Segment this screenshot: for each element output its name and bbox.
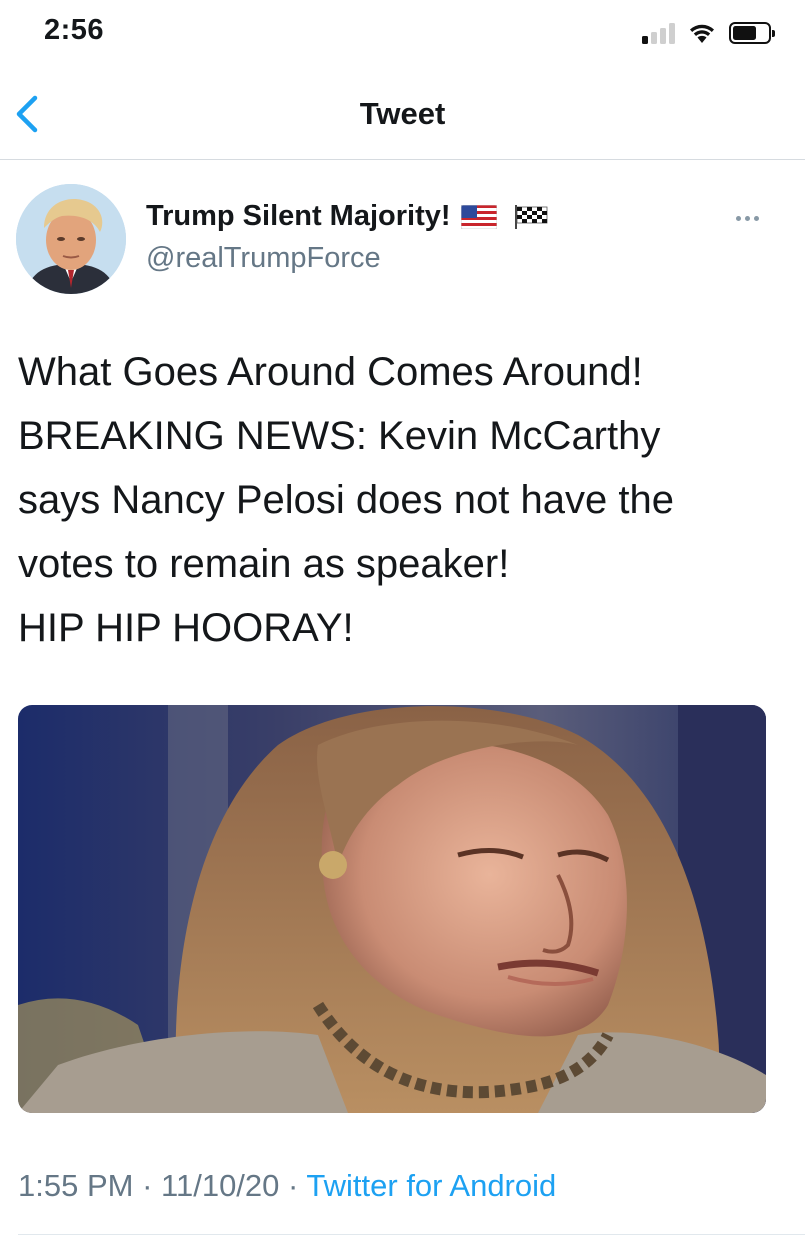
tweet-text-line: What Goes Around Comes Around! <box>18 350 643 394</box>
avatar-image <box>16 184 126 294</box>
battery-icon <box>729 22 775 44</box>
tweet-media-image[interactable] <box>18 705 766 1113</box>
tweet-text: What Goes Around Comes Around! BREAKING … <box>18 340 788 660</box>
more-horizontal-icon <box>736 216 741 221</box>
avatar[interactable] <box>16 184 126 294</box>
tweet-text-line: BREAKING NEWS: Kevin McCarthy <box>18 414 661 458</box>
more-options-button[interactable] <box>736 210 759 227</box>
status-bar: 2:56 <box>0 0 805 66</box>
photo <box>18 705 766 1113</box>
author-name-line: Trump Silent Majority! <box>146 200 549 233</box>
checkered-flag-icon <box>514 204 547 229</box>
signal-icon <box>642 22 675 44</box>
nav-header: Tweet <box>0 66 805 160</box>
battery-level <box>733 26 756 40</box>
tweet-author: Trump Silent Majority! @realTrumpForce <box>0 180 805 300</box>
divider <box>18 1234 805 1235</box>
us-flag-icon <box>460 204 497 229</box>
tweet-meta: 1:55 PM · 11/10/20 · Twitter for Android <box>18 1168 556 1204</box>
tweet-text-line: HIP HIP HOORAY! <box>18 606 354 650</box>
author-handle[interactable]: @realTrumpForce <box>146 242 381 275</box>
meta-separator: · <box>142 1168 153 1203</box>
tweet-time: 1:55 PM <box>18 1168 134 1203</box>
author-display-name[interactable]: Trump Silent Majority! <box>146 200 451 233</box>
status-icons <box>642 20 775 46</box>
wifi-icon <box>690 24 714 43</box>
tweet-text-line: says Nancy Pelosi does not have the <box>18 478 674 522</box>
status-time: 2:56 <box>44 14 105 46</box>
page-title: Tweet <box>359 96 446 131</box>
tweet-source-link[interactable]: Twitter for Android <box>306 1168 556 1203</box>
tweet-text-line: votes to remain as speaker! <box>18 542 510 586</box>
meta-separator: · <box>288 1168 299 1203</box>
tweet-date: 11/10/20 <box>161 1168 280 1203</box>
